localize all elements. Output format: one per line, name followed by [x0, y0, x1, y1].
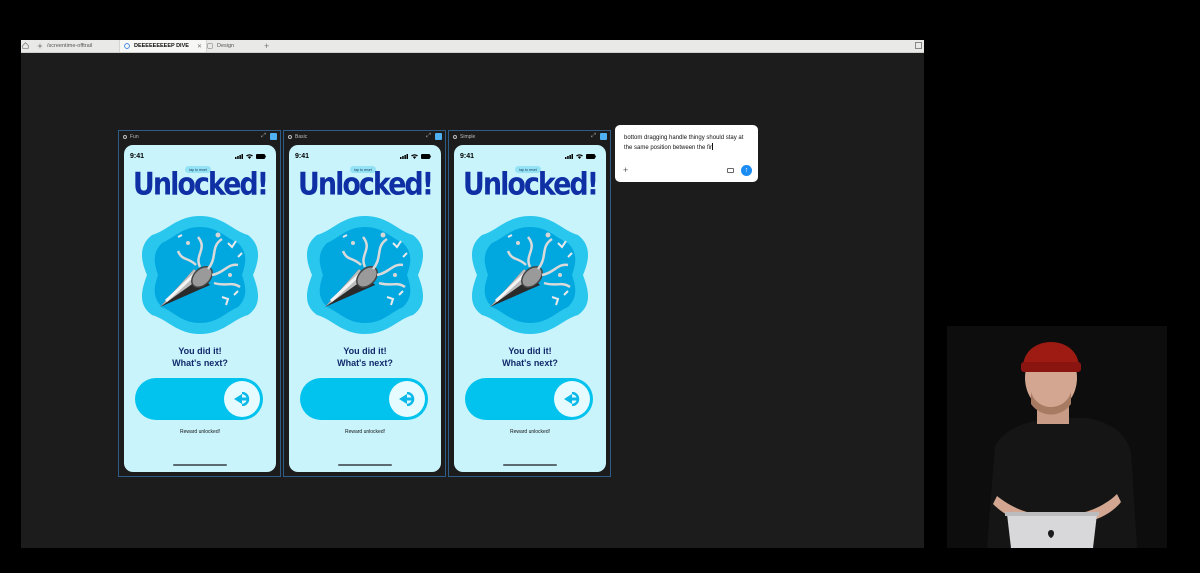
- arrow-icon: [234, 392, 250, 406]
- unlock-slider[interactable]: [465, 378, 593, 420]
- party-popper-icon: [471, 216, 589, 334]
- party-popper-icon: [141, 216, 259, 334]
- send-button[interactable]: ↑: [741, 165, 752, 176]
- battery-icon: [421, 154, 431, 159]
- tab-bar: /screentime-offtrail DEEEEEEEEEP DIVE ✕ …: [21, 40, 924, 53]
- home-indicator[interactable]: [173, 464, 227, 466]
- expand-icon[interactable]: ⤢: [426, 133, 431, 140]
- wifi-icon: [576, 154, 583, 159]
- design-icon: [207, 43, 213, 49]
- presenter-webcam: [947, 326, 1167, 548]
- tab-screentime-offtrail[interactable]: /screentime-offtrail: [37, 40, 119, 52]
- text-caret: [712, 143, 714, 150]
- status-time: 9:41: [130, 153, 145, 160]
- success-message: You did it! What's next?: [337, 346, 393, 368]
- battery-icon: [256, 154, 266, 159]
- party-popper-icon: [306, 216, 424, 334]
- tab-label: DEEEEEEEEEP DIVE: [134, 43, 189, 49]
- reward-label: Reward unlocked!: [179, 429, 221, 435]
- frame-label[interactable]: Basic: [288, 134, 307, 140]
- slider-knob[interactable]: [389, 381, 425, 417]
- slider-knob[interactable]: [224, 381, 260, 417]
- arrow-icon: [399, 392, 415, 406]
- frame-fun[interactable]: Fun ⤢ 9:41 tap to reset Unlocked! You di…: [118, 130, 281, 477]
- expand-icon[interactable]: ⤢: [591, 133, 596, 140]
- status-time: 9:41: [295, 153, 310, 160]
- frame-label[interactable]: Simple: [453, 134, 475, 140]
- app-window: /screentime-offtrail DEEEEEEEEEP DIVE ✕ …: [21, 40, 924, 548]
- slider-knob[interactable]: [554, 381, 590, 417]
- headline: Unlocked!: [462, 166, 599, 203]
- home-indicator[interactable]: [503, 464, 557, 466]
- success-message: You did it! What's next?: [172, 346, 228, 368]
- frame-icon: [453, 135, 457, 139]
- component-icon[interactable]: [435, 133, 442, 140]
- wifi-icon: [246, 154, 253, 159]
- tab-deep-dive[interactable]: DEEEEEEEEEP DIVE ✕: [119, 40, 207, 52]
- frame-icon: [288, 135, 292, 139]
- wifi-icon: [411, 154, 418, 159]
- success-message: You did it! What's next?: [502, 346, 558, 368]
- reward-label: Reward unlocked!: [509, 429, 551, 435]
- home-indicator[interactable]: [338, 464, 392, 466]
- home-icon[interactable]: [22, 42, 29, 49]
- component-icon[interactable]: [270, 133, 277, 140]
- tab-design[interactable]: Design: [207, 40, 257, 52]
- design-canvas[interactable]: Fun ⤢ 9:41 tap to reset Unlocked! You di…: [21, 53, 924, 548]
- battery-icon: [586, 154, 596, 159]
- add-attachment-button[interactable]: +: [623, 165, 628, 175]
- phone-screen: 9:41 tap to reset Unlocked! You did it! …: [289, 145, 441, 472]
- tab-label: Design: [217, 43, 235, 49]
- frame-label[interactable]: Fun: [123, 134, 139, 140]
- headline: Unlocked!: [132, 166, 269, 203]
- component-icon[interactable]: [600, 133, 607, 140]
- new-tab-button[interactable]: +: [264, 40, 269, 52]
- frame-basic[interactable]: Basic ⤢ 9:41 tap to reset Unlocked! You …: [283, 130, 446, 477]
- image-icon[interactable]: [727, 168, 734, 173]
- phone-screen: 9:41 tap to reset Unlocked! You did it! …: [454, 145, 606, 472]
- tab-label: /screentime-offtrail: [47, 43, 93, 49]
- unlock-slider[interactable]: [300, 378, 428, 420]
- frame-simple[interactable]: Simple ⤢ 9:41 tap to reset Unlocked! You…: [448, 130, 611, 477]
- component-icon: [124, 43, 130, 49]
- window-control-icon[interactable]: [915, 42, 922, 49]
- phone-screen: 9:41 tap to reset Unlocked! You did it! …: [124, 145, 276, 472]
- signal-icon: [400, 154, 408, 159]
- close-icon[interactable]: ✕: [197, 43, 202, 50]
- status-time: 9:41: [460, 153, 475, 160]
- unlock-slider[interactable]: [135, 378, 263, 420]
- sparkle-icon: [37, 43, 43, 49]
- headline: Unlocked!: [297, 166, 434, 203]
- comment-input-popover[interactable]: bottom dragging handle thingy should sta…: [615, 125, 758, 182]
- expand-icon[interactable]: ⤢: [261, 133, 266, 140]
- arrow-icon: [564, 392, 580, 406]
- signal-icon: [565, 154, 573, 159]
- reward-label: Reward unlocked!: [344, 429, 386, 435]
- frame-icon: [123, 135, 127, 139]
- signal-icon: [235, 154, 243, 159]
- comment-input[interactable]: bottom dragging handle thingy should sta…: [624, 133, 752, 153]
- status-icons: [565, 154, 596, 159]
- status-icons: [400, 154, 431, 159]
- status-icons: [235, 154, 266, 159]
